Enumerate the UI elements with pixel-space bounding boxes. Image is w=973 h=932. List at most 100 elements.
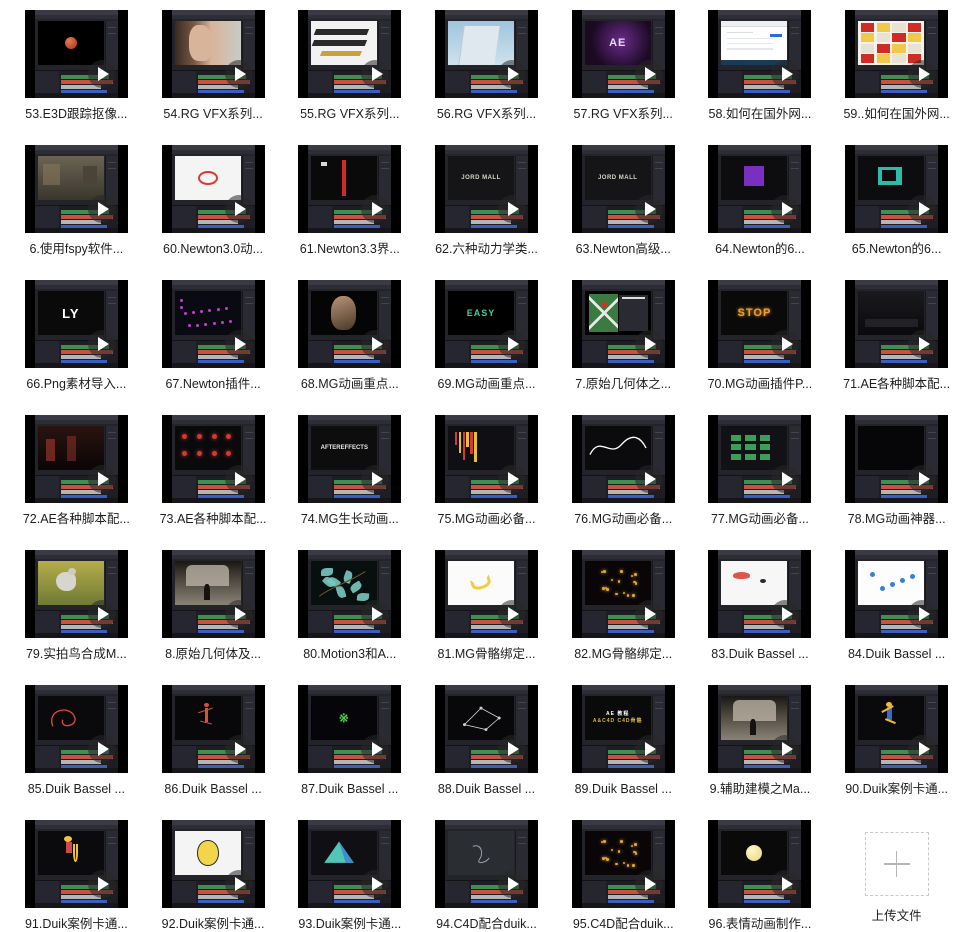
video-thumbnail[interactable] — [708, 145, 812, 233]
video-cell[interactable]: 8.原始几何体及... — [145, 550, 282, 685]
video-cell[interactable]: 9.辅助建模之Ma... — [692, 685, 829, 820]
video-cell[interactable]: 73.AE各种脚本配... — [145, 415, 282, 550]
video-thumbnail[interactable] — [845, 145, 949, 233]
video-thumbnail[interactable] — [571, 415, 675, 503]
video-cell[interactable]: ※ 87.Duik Bassel ... — [281, 685, 418, 820]
video-thumbnail[interactable] — [298, 10, 402, 98]
video-cell[interactable]: 81.MG骨骼绑定... — [418, 550, 555, 685]
thumbnail-editor-ui — [718, 820, 802, 908]
video-cell[interactable]: 55.RG VFX系列... — [281, 10, 418, 145]
video-cell[interactable]: AFTEREFFECTS 74.MG生长动画... — [281, 415, 418, 550]
video-cell[interactable]: 61.Newton3.3界... — [281, 145, 418, 280]
video-thumbnail[interactable]: AE 教程 A&C4D C4D骨骼 — [571, 685, 675, 773]
video-cell[interactable]: 54.RG VFX系列... — [145, 10, 282, 145]
video-thumbnail[interactable] — [708, 685, 812, 773]
video-cell[interactable]: 65.Newton的6... — [828, 145, 965, 280]
video-cell[interactable]: 67.Newton插件... — [145, 280, 282, 415]
video-thumbnail[interactable] — [571, 550, 675, 638]
video-thumbnail[interactable]: STOP — [708, 280, 812, 368]
video-thumbnail[interactable] — [845, 10, 949, 98]
video-thumbnail[interactable] — [161, 820, 265, 908]
video-cell[interactable]: 72.AE各种脚本配... — [8, 415, 145, 550]
video-cell[interactable]: EASY 69.MG动画重点... — [418, 280, 555, 415]
video-cell[interactable]: 84.Duik Bassel ... — [828, 550, 965, 685]
video-cell[interactable]: JORD MALL 63.Newton高级... — [555, 145, 692, 280]
video-thumbnail[interactable] — [24, 145, 128, 233]
video-thumbnail[interactable] — [24, 685, 128, 773]
video-thumbnail[interactable] — [161, 10, 265, 98]
video-thumbnail[interactable] — [298, 550, 402, 638]
video-thumbnail[interactable]: JORD MALL — [571, 145, 675, 233]
video-cell[interactable]: 53.E3D跟踪抠像... — [8, 10, 145, 145]
editor-right-panel — [788, 561, 802, 612]
video-cell[interactable]: STOP 70.MG动画插件P... — [692, 280, 829, 415]
video-cell[interactable]: 93.Duik案例卡通... — [281, 820, 418, 932]
video-thumbnail[interactable]: JORD MALL — [434, 145, 538, 233]
video-thumbnail[interactable] — [298, 145, 402, 233]
video-thumbnail[interactable] — [161, 145, 265, 233]
video-cell[interactable]: 92.Duik案例卡通... — [145, 820, 282, 932]
video-cell[interactable]: 68.MG动画重点... — [281, 280, 418, 415]
video-thumbnail[interactable] — [434, 415, 538, 503]
video-cell[interactable]: 60.Newton3.0动... — [145, 145, 282, 280]
video-thumbnail[interactable]: AFTEREFFECTS — [298, 415, 402, 503]
video-cell[interactable]: 59..如何在国外网... — [828, 10, 965, 145]
video-thumbnail[interactable]: ※ — [298, 685, 402, 773]
video-thumbnail[interactable] — [298, 280, 402, 368]
video-cell[interactable]: 83.Duik Bassel ... — [692, 550, 829, 685]
video-cell[interactable]: 82.MG骨骼绑定... — [555, 550, 692, 685]
video-thumbnail[interactable] — [161, 415, 265, 503]
video-cell[interactable]: 88.Duik Bassel ... — [418, 685, 555, 820]
video-cell[interactable]: 91.Duik案例卡通... — [8, 820, 145, 932]
video-cell[interactable]: 76.MG动画必备... — [555, 415, 692, 550]
video-thumbnail[interactable] — [845, 550, 949, 638]
video-thumbnail[interactable] — [708, 415, 812, 503]
video-thumbnail[interactable] — [24, 415, 128, 503]
video-thumbnail[interactable] — [434, 820, 538, 908]
video-thumbnail[interactable] — [24, 820, 128, 908]
video-thumbnail[interactable] — [708, 10, 812, 98]
video-thumbnail[interactable] — [571, 280, 675, 368]
video-thumbnail[interactable] — [845, 415, 949, 503]
video-cell[interactable]: 96.表情动画制作... — [692, 820, 829, 932]
video-cell[interactable]: 86.Duik Bassel ... — [145, 685, 282, 820]
video-thumbnail[interactable] — [434, 685, 538, 773]
video-cell[interactable]: 77.MG动画必备... — [692, 415, 829, 550]
video-cell[interactable]: 56.RG VFX系列... — [418, 10, 555, 145]
video-thumbnail[interactable] — [845, 685, 949, 773]
video-cell[interactable]: AE 教程 A&C4D C4D骨骼 89.Duik Bassel ... — [555, 685, 692, 820]
video-thumbnail[interactable] — [161, 685, 265, 773]
video-thumbnail[interactable] — [161, 280, 265, 368]
video-thumbnail[interactable] — [434, 550, 538, 638]
video-thumbnail[interactable] — [571, 820, 675, 908]
video-thumbnail[interactable] — [24, 550, 128, 638]
video-thumbnail[interactable]: LY — [24, 280, 128, 368]
video-cell[interactable]: 80.Motion3和A... — [281, 550, 418, 685]
video-cell[interactable]: 90.Duik案例卡通... — [828, 685, 965, 820]
video-cell[interactable]: 79.实拍鸟合成M... — [8, 550, 145, 685]
video-cell[interactable]: 64.Newton的6... — [692, 145, 829, 280]
upload-cell[interactable]: 上传文件 — [828, 820, 965, 932]
video-cell[interactable]: AE 57.RG VFX系列... — [555, 10, 692, 145]
video-cell[interactable]: LY 66.Png素材导入... — [8, 280, 145, 415]
video-cell[interactable]: 6.使用fspy软件... — [8, 145, 145, 280]
video-cell[interactable]: 95.C4D配合duik... — [555, 820, 692, 932]
video-thumbnail[interactable] — [298, 820, 402, 908]
video-cell[interactable]: 7.原始几何体之... — [555, 280, 692, 415]
video-thumbnail[interactable]: AE — [571, 10, 675, 98]
video-thumbnail[interactable] — [24, 10, 128, 98]
video-cell[interactable]: 58.如何在国外网... — [692, 10, 829, 145]
video-thumbnail[interactable] — [161, 550, 265, 638]
video-thumbnail[interactable]: EASY — [434, 280, 538, 368]
video-thumbnail[interactable] — [434, 10, 538, 98]
video-cell[interactable]: 85.Duik Bassel ... — [8, 685, 145, 820]
video-cell[interactable]: 71.AE各种脚本配... — [828, 280, 965, 415]
video-thumbnail[interactable] — [708, 550, 812, 638]
video-thumbnail[interactable] — [708, 820, 812, 908]
upload-button[interactable] — [864, 832, 929, 896]
video-cell[interactable]: 78.MG动画神器... — [828, 415, 965, 550]
video-cell[interactable]: 75.MG动画必备... — [418, 415, 555, 550]
video-thumbnail[interactable] — [845, 280, 949, 368]
video-cell[interactable]: JORD MALL 62.六种动力学类... — [418, 145, 555, 280]
video-cell[interactable]: 94.C4D配合duik... — [418, 820, 555, 932]
